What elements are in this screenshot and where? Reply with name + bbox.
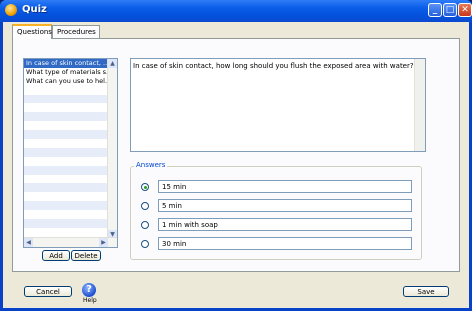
answer-field-4[interactable]: [158, 237, 412, 250]
close-button[interactable]: ✕: [458, 3, 472, 17]
answers-legend: Answers: [134, 161, 168, 169]
question-text-area[interactable]: In case of skin contact, how long should…: [130, 58, 426, 152]
cancel-button[interactable]: Cancel: [24, 286, 72, 297]
empty-row: [24, 228, 108, 237]
empty-row: [24, 175, 108, 184]
empty-row: [24, 183, 108, 193]
save-button[interactable]: Save: [403, 286, 449, 297]
list-horizontal-scrollbar[interactable]: ◀ ▶: [24, 237, 117, 247]
empty-row: [24, 112, 108, 122]
empty-row: [24, 86, 108, 95]
empty-row: [24, 192, 108, 201]
scroll-left-icon[interactable]: ◀: [24, 238, 33, 247]
empty-row: [24, 103, 108, 112]
answer-field-3[interactable]: [158, 218, 412, 231]
scroll-up-icon[interactable]: ▲: [108, 59, 117, 68]
minimize-button[interactable]: _: [428, 3, 442, 17]
list-item[interactable]: What type of materials s...: [24, 68, 108, 77]
window-title: Quiz: [22, 4, 47, 15]
empty-row: [24, 157, 108, 166]
answer-field-2[interactable]: [158, 199, 412, 212]
list-vertical-scrollbar[interactable]: ▲ ▼: [107, 59, 117, 239]
maximize-icon: □: [445, 5, 455, 15]
list-item[interactable]: What can you use to hel...: [24, 77, 108, 86]
answer-radio-1[interactable]: [141, 183, 149, 191]
empty-row: [24, 130, 108, 140]
answer-radio-3[interactable]: [141, 221, 149, 229]
tab-questions[interactable]: Questions: [12, 24, 52, 39]
add-button[interactable]: Add: [42, 250, 70, 261]
question-list[interactable]: In case of skin contact, ... What type o…: [23, 58, 118, 248]
empty-row: [24, 139, 108, 148]
help-label[interactable]: Help: [83, 297, 97, 304]
answer-field-1[interactable]: [158, 180, 412, 193]
empty-row: [24, 94, 108, 104]
title-bar[interactable]: Quiz _ □ ✕: [0, 0, 472, 22]
scroll-right-icon[interactable]: ▶: [99, 238, 108, 247]
answer-radio-4[interactable]: [141, 240, 149, 248]
answer-radio-2[interactable]: [141, 202, 149, 210]
maximize-button[interactable]: □: [443, 3, 457, 17]
delete-button[interactable]: Delete: [71, 250, 101, 261]
tab-procedures[interactable]: Procedures: [52, 25, 100, 39]
list-item[interactable]: In case of skin contact, ...: [24, 59, 108, 68]
empty-row: [24, 121, 108, 130]
minimize-icon: _: [432, 5, 438, 15]
help-icon[interactable]: ?: [82, 283, 96, 297]
question-text: In case of skin contact, how long should…: [133, 62, 414, 70]
close-icon: ✕: [461, 5, 469, 15]
app-icon: [5, 4, 17, 16]
empty-row: [24, 147, 108, 157]
empty-row: [24, 210, 108, 219]
question-scrollbar[interactable]: [414, 59, 425, 151]
empty-row: [24, 219, 108, 228]
empty-row: [24, 201, 108, 211]
empty-row: [24, 165, 108, 175]
